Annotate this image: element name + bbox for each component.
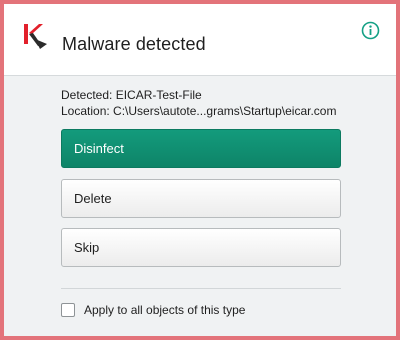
apply-to-all-checkbox[interactable] [61,303,75,317]
skip-button-label: Skip [74,240,100,255]
apply-to-all-label: Apply to all objects of this type [84,303,246,317]
delete-button-label: Delete [74,191,112,206]
detected-threat-text: Detected: EICAR-Test-File [61,88,202,102]
disinfect-button[interactable]: Disinfect [61,129,341,168]
alert-title: Malware detected [62,34,206,54]
skip-button[interactable]: Skip [61,228,341,267]
alert-window: Malware detected Detected: EICAR-Test-Fi… [0,0,400,340]
info-icon[interactable] [361,21,380,40]
disinfect-button-label: Disinfect [74,141,124,156]
alert-header: Malware detected [4,4,396,76]
delete-button[interactable]: Delete [61,179,341,218]
kaspersky-logo-icon [24,24,47,49]
apply-to-all-option[interactable]: Apply to all objects of this type [61,303,245,317]
threat-location-text: Location: C:\Users\autote...grams\Startu… [61,104,337,118]
threat-details: Detected: EICAR-Test-File Location: C:\U… [61,87,381,119]
divider [61,288,341,289]
